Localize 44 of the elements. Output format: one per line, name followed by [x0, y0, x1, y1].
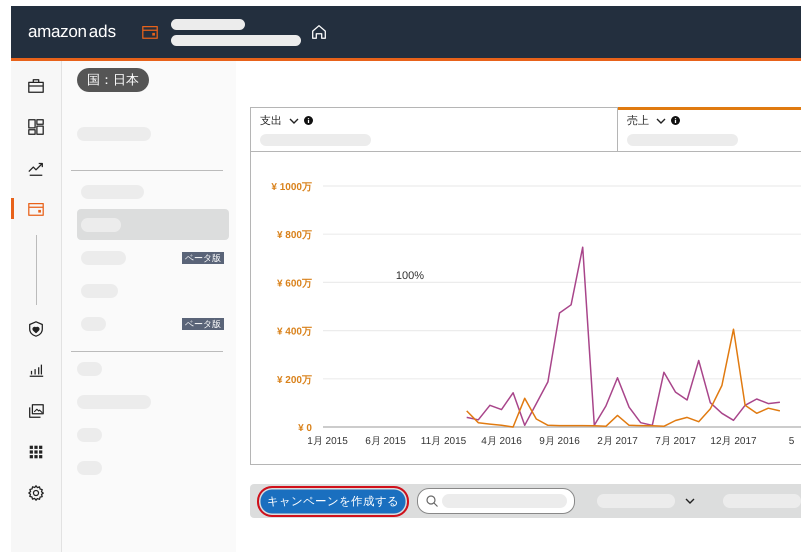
nav-item[interactable]: ベータ版 [77, 307, 229, 340]
create-campaign-button[interactable]: キャンペーンを作成する [257, 486, 409, 516]
settings-icon[interactable] [27, 484, 45, 502]
nav-item[interactable]: ベータ版 [77, 241, 229, 274]
metric-label: 支出 [260, 114, 282, 128]
chevron-icon[interactable] [656, 116, 666, 124]
y-tick-label: ¥ 1000万 [271, 182, 312, 193]
y-tick-label: ¥ 400万 [276, 326, 312, 338]
y-tick-label: ¥ 600万 [276, 278, 312, 290]
chevron-icon[interactable] [685, 497, 695, 505]
shield-heart-icon[interactable] [27, 320, 45, 338]
x-tick-label: 11月 2015 [420, 436, 466, 447]
y-tick-label: ¥ 0 [298, 423, 312, 434]
logo-text: amazon [28, 22, 87, 42]
info-icon[interactable] [671, 116, 680, 125]
image-stack-icon[interactable] [27, 402, 45, 420]
metric-card[interactable]: 売上 [617, 108, 801, 151]
beta-badge: ベータ版 [182, 252, 224, 264]
search-icon [426, 495, 438, 507]
x-tick-label: 9月 2016 [539, 436, 580, 447]
x-tick-label: 2月 2017 [597, 436, 638, 447]
briefcase-icon[interactable] [27, 76, 45, 94]
x-tick-label: 5 [788, 436, 794, 447]
y-tick-label: ¥ 200万 [276, 374, 312, 386]
x-tick-label: 7月 2017 [655, 436, 696, 447]
country-chip[interactable]: 国：日本 [77, 68, 149, 92]
wallet-icon[interactable] [141, 23, 160, 41]
app-grid-icon[interactable] [27, 442, 45, 460]
home-icon[interactable] [310, 23, 328, 41]
x-tick-label: 1月 2015 [307, 436, 348, 447]
chevron-icon[interactable] [289, 116, 299, 124]
x-tick-label: 6月 2015 [365, 436, 406, 447]
x-tick-label: 12月 2017 [710, 436, 757, 447]
search-field[interactable] [417, 488, 575, 514]
dashboard-icon[interactable] [27, 118, 45, 136]
y-tick-label: ¥ 800万 [276, 230, 312, 242]
metric-card[interactable]: 支出 [251, 108, 617, 151]
metric-label: 売上 [627, 114, 649, 128]
x-tick-label: 4月 2016 [481, 436, 522, 447]
beta-badge: ベータ版 [182, 318, 224, 330]
chart-annotation: 100% [396, 270, 424, 282]
active-indicator [10, 198, 14, 219]
logo-text: ads [88, 22, 116, 42]
info-icon[interactable] [304, 116, 313, 125]
